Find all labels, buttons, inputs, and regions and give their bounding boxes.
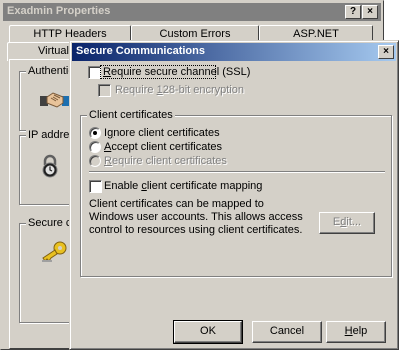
require-ssl-label[interactable]: Require secure channel (SSL) (103, 66, 250, 79)
ignore-certificates-label[interactable]: Ignore client certificates (104, 127, 220, 140)
background-close-button[interactable]: × (362, 5, 378, 19)
edit-mapping-button[interactable]: Edit... (319, 212, 375, 234)
certificate-mapping-label[interactable]: Enable client certificate mapping (104, 180, 262, 193)
cancel-button[interactable]: Cancel (252, 321, 322, 343)
ignore-certificates-radio[interactable] (89, 127, 101, 139)
dialog-title: Secure Communications (76, 45, 205, 57)
mapping-description: Client certificates can be mapped to Win… (89, 198, 303, 236)
background-window-title: Exadmin Properties (7, 5, 111, 17)
client-certificates-group-label: Client certificates (87, 109, 175, 121)
help-button[interactable]: Help (326, 321, 386, 343)
radio-selected-dot (93, 131, 97, 135)
secure-communications-dialog: Secure Communications × Require secure c… (69, 40, 399, 350)
background-title-bar: Exadmin Properties ? × (3, 3, 381, 21)
dialog-close-button[interactable]: × (378, 45, 394, 59)
ok-button[interactable]: OK (173, 320, 243, 344)
require-certificates-label: Require client certificates (104, 155, 227, 167)
require-128bit-checkbox[interactable] (98, 84, 111, 97)
background-help-button[interactable]: ? (345, 5, 361, 19)
padlock-icon (40, 154, 60, 181)
accept-certificates-radio[interactable] (89, 141, 101, 153)
handshake-icon (40, 86, 70, 113)
accept-certificates-label[interactable]: Accept client certificates (104, 141, 222, 154)
require-certificates-radio[interactable] (89, 155, 101, 167)
key-icon (40, 240, 70, 267)
dialog-title-bar: Secure Communications × (72, 43, 396, 61)
client-certificates-group: Client certificates Ignore client certif… (80, 109, 392, 277)
certificate-mapping-checkbox[interactable] (89, 180, 102, 193)
group-separator (89, 171, 385, 173)
require-128bit-label: Require 128-bit encryption (115, 84, 245, 96)
